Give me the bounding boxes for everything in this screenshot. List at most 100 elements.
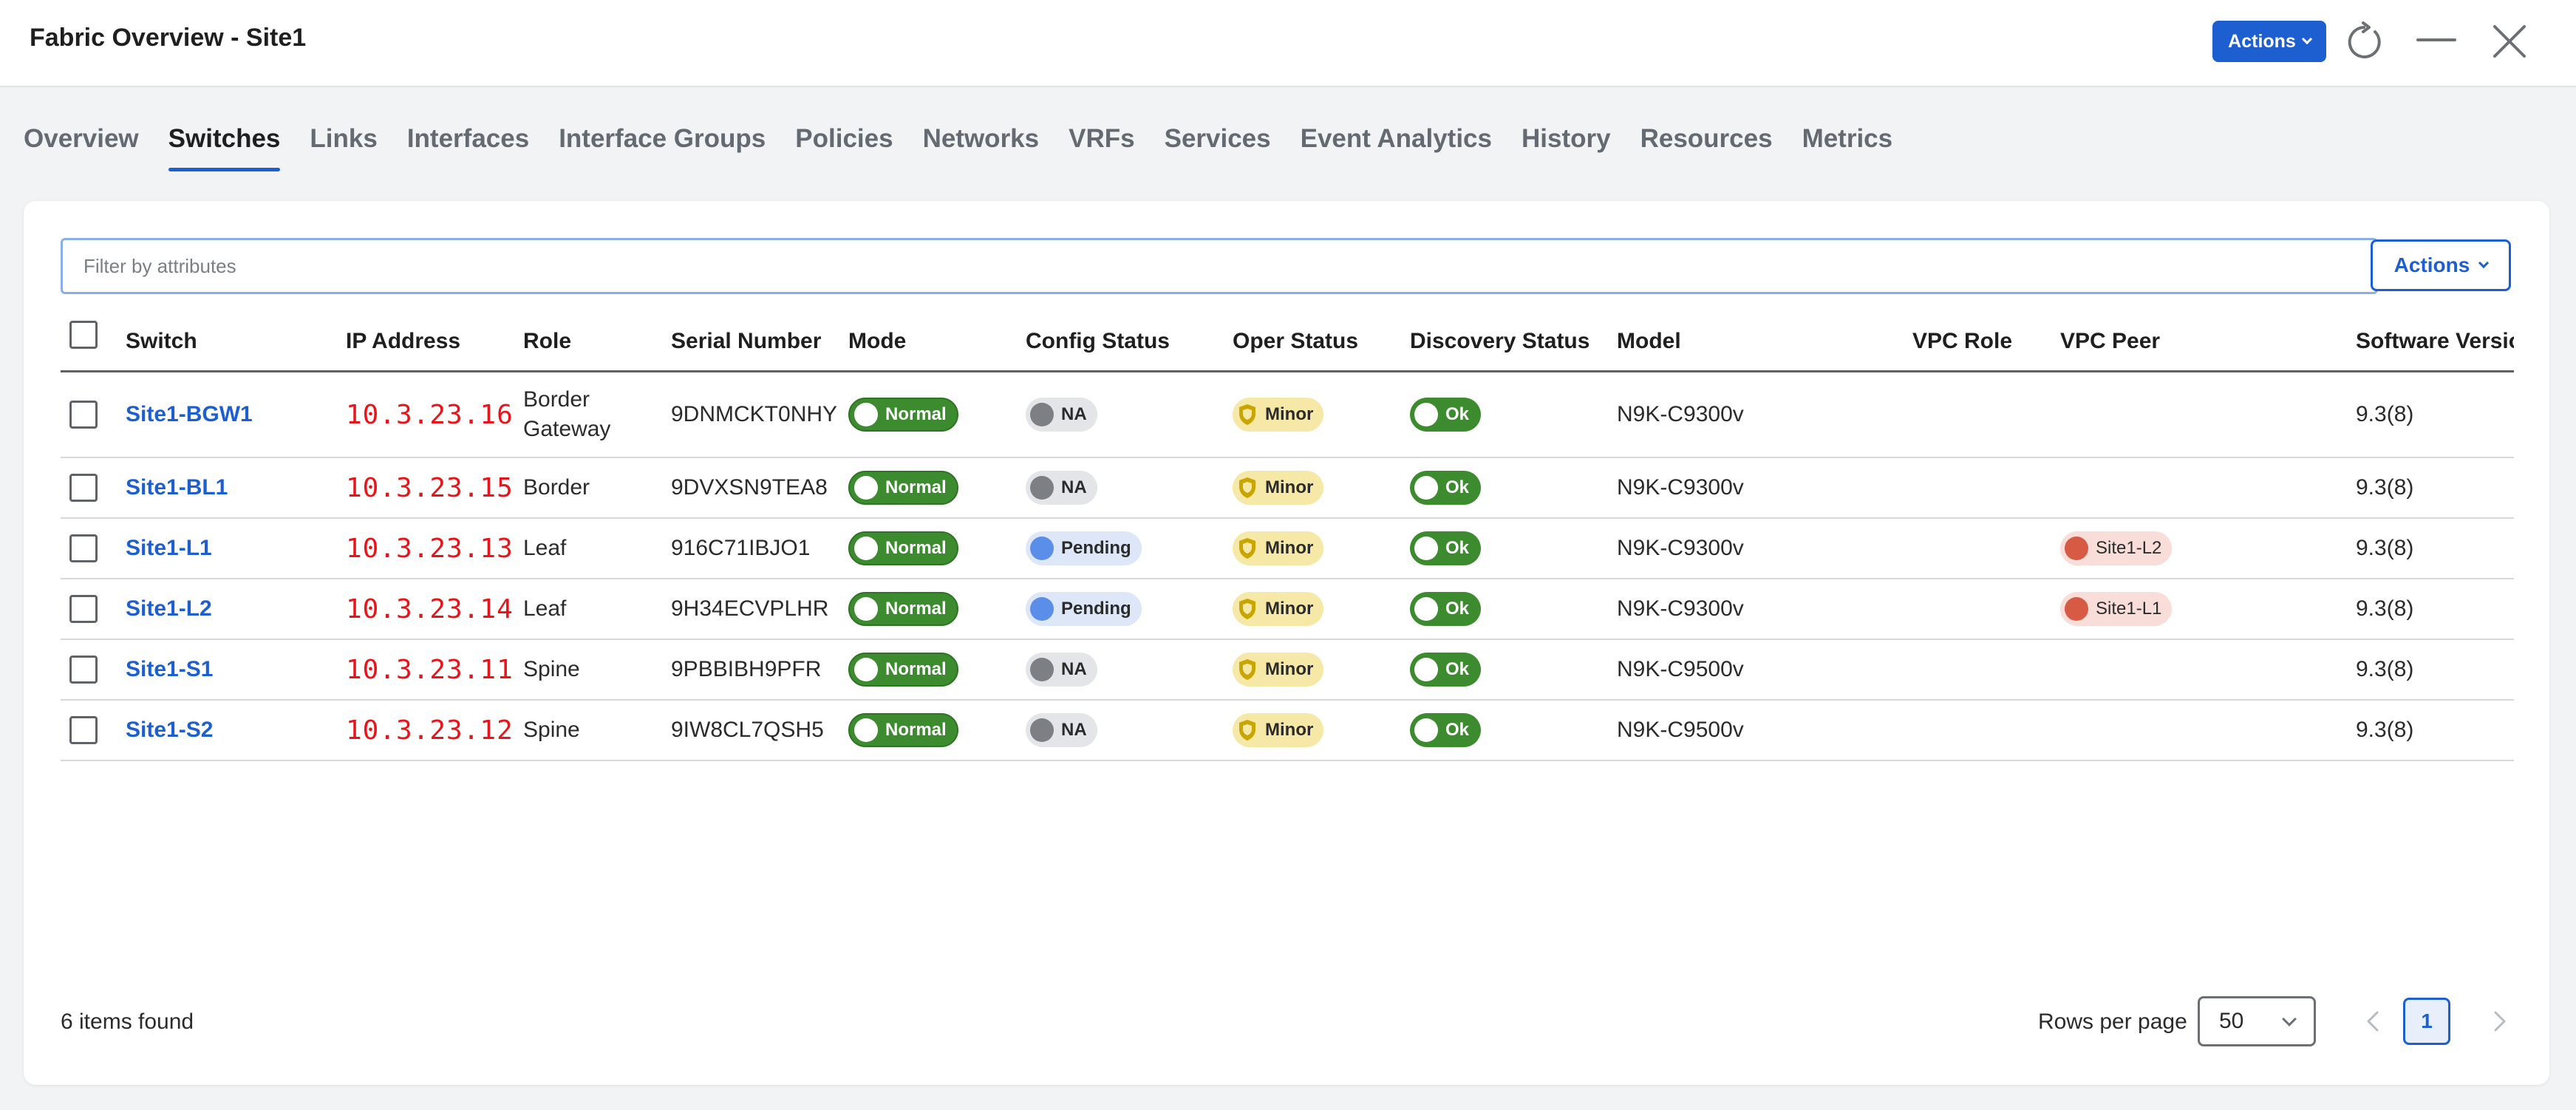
- chevron-down-icon: [2282, 1012, 2297, 1026]
- chevron-down-icon: [2301, 33, 2312, 45]
- tab-services[interactable]: Services: [1165, 124, 1271, 171]
- oper-status-badge: Minor: [1233, 531, 1324, 565]
- switch-name-link[interactable]: Site1-S2: [126, 718, 213, 743]
- model-value: N9K-C9500v: [1617, 718, 1744, 742]
- tab-links[interactable]: Links: [310, 124, 377, 171]
- ip-address-cell: 10.3.23.12: [346, 701, 514, 760]
- oper-status-cell: Minor: [1233, 458, 1324, 517]
- row-checkbox[interactable]: [69, 656, 98, 684]
- discovery-status-cell: Ok: [1410, 701, 1482, 760]
- tab-networks[interactable]: Networks: [923, 124, 1040, 171]
- header-switch[interactable]: Switch: [126, 312, 197, 370]
- config-status-badge: NA: [1026, 713, 1097, 747]
- model-value: N9K-C9300v: [1617, 475, 1744, 500]
- window-title: Fabric Overview - Site1: [30, 24, 307, 52]
- serial-number: 916C71IBJO1: [671, 536, 811, 560]
- row-checkbox[interactable]: [69, 401, 98, 429]
- switch-name-link[interactable]: Site1-L1: [126, 536, 212, 561]
- table-actions-button[interactable]: Actions: [2371, 239, 2511, 291]
- header-config-status[interactable]: Config Status: [1026, 312, 1170, 370]
- header-oper-status[interactable]: Oper Status: [1233, 312, 1358, 370]
- tab-interface-groups[interactable]: Interface Groups: [559, 124, 766, 171]
- tab-policies[interactable]: Policies: [795, 124, 893, 171]
- status-dot-icon: [854, 537, 878, 560]
- switch-name-link[interactable]: Site1-BL1: [126, 475, 228, 500]
- status-dot-icon: [1030, 403, 1054, 426]
- rows-per-page-select[interactable]: 50: [2198, 996, 2316, 1046]
- config-status-badge-label: NA: [1061, 659, 1087, 679]
- ip-address: 10.3.23.14: [346, 593, 514, 624]
- oper-status-badge: Minor: [1233, 471, 1324, 505]
- chevron-left-icon[interactable]: [2359, 1007, 2388, 1036]
- tab-vrfs[interactable]: VRFs: [1069, 124, 1134, 171]
- oper-status-cell: Minor: [1233, 519, 1324, 578]
- vpc-peer-cell: Site1-L1: [2060, 579, 2173, 639]
- serial-number: 9H34ECVPLHR: [671, 596, 829, 621]
- table-row: Site1-S2 10.3.23.12 Spine 9IW8CL7QSH5 Normal…: [61, 701, 2514, 761]
- role-value: Border: [523, 475, 590, 500]
- row-checkbox[interactable]: [69, 716, 98, 744]
- mode-cell: Normal: [848, 701, 958, 760]
- discovery-status-badge-label: Ok: [1445, 720, 1470, 740]
- page-number-button[interactable]: 1: [2403, 998, 2450, 1045]
- header-vpc-peer[interactable]: VPC Peer: [2060, 312, 2160, 370]
- status-dot-icon: [1414, 403, 1438, 426]
- switch-name-link[interactable]: Site1-BGW1: [126, 402, 253, 427]
- oper-status-badge: Minor: [1233, 398, 1324, 432]
- shield-icon: [1237, 718, 1258, 742]
- shield-icon: [1237, 537, 1258, 560]
- tab-metrics[interactable]: Metrics: [1802, 124, 1893, 171]
- tab-interfaces[interactable]: Interfaces: [407, 124, 529, 171]
- role-cell: Spine: [523, 640, 649, 699]
- tab-switches[interactable]: Switches: [168, 124, 280, 171]
- status-dot-icon: [1030, 658, 1054, 681]
- header-role[interactable]: Role: [523, 312, 571, 370]
- header-actions-button[interactable]: Actions: [2212, 21, 2326, 62]
- rows-per-page-label: Rows per page: [2038, 1009, 2187, 1034]
- refresh-icon[interactable]: [2342, 21, 2385, 64]
- role-value: Spine: [523, 718, 580, 742]
- header-mode[interactable]: Mode: [848, 312, 906, 370]
- tab-resources[interactable]: Resources: [1640, 124, 1773, 171]
- minimize-icon[interactable]: [2415, 21, 2458, 64]
- role-cell: Leaf: [523, 579, 649, 639]
- config-status-cell: NA: [1026, 458, 1097, 517]
- switch-name-link[interactable]: Site1-S1: [126, 657, 213, 682]
- config-status-badge: Pending: [1026, 592, 1142, 626]
- vpc-peer-cell: Site1-L2: [2060, 519, 2173, 578]
- ip-address-cell: 10.3.23.16: [346, 372, 514, 457]
- header-software-version[interactable]: Software Versio: [2356, 312, 2514, 370]
- mode-cell: Normal: [848, 519, 958, 578]
- select-all-checkbox[interactable]: [69, 321, 98, 349]
- filter-input[interactable]: [61, 238, 2378, 294]
- row-checkbox[interactable]: [69, 474, 98, 502]
- discovery-status-cell: Ok: [1410, 372, 1482, 457]
- config-status-cell: NA: [1026, 372, 1097, 457]
- mode-badge: Normal: [848, 713, 958, 747]
- row-checkbox[interactable]: [69, 595, 98, 623]
- header-model[interactable]: Model: [1617, 312, 1681, 370]
- discovery-status-cell: Ok: [1410, 519, 1482, 578]
- chevron-right-icon[interactable]: [2484, 1007, 2514, 1036]
- tab-event-analytics[interactable]: Event Analytics: [1301, 124, 1492, 171]
- oper-status-badge: Minor: [1233, 713, 1324, 747]
- tab-history[interactable]: History: [1522, 124, 1611, 171]
- oper-status-badge-label: Minor: [1265, 404, 1314, 424]
- discovery-status-badge-label: Ok: [1445, 659, 1470, 679]
- role-cell: Spine: [523, 701, 649, 760]
- close-icon[interactable]: [2487, 21, 2530, 64]
- header-ip-address[interactable]: IP Address: [346, 312, 460, 370]
- tab-overview[interactable]: Overview: [24, 124, 139, 171]
- header-discovery-status[interactable]: Discovery Status: [1410, 312, 1589, 370]
- header-software-version-label: Software Versio: [2356, 328, 2514, 353]
- discovery-status-badge-label: Ok: [1445, 538, 1470, 558]
- role-value: Leaf: [523, 536, 567, 560]
- header-serial-number[interactable]: Serial Number: [671, 312, 821, 370]
- row-select-cell: [69, 640, 98, 699]
- config-status-badge-label: Pending: [1061, 538, 1131, 558]
- header-vpc-role[interactable]: VPC Role: [1912, 312, 2012, 370]
- row-checkbox[interactable]: [69, 534, 98, 562]
- switch-name-link[interactable]: Site1-L2: [126, 596, 212, 622]
- shield-icon: [1237, 476, 1258, 500]
- row-select-cell: [69, 458, 98, 517]
